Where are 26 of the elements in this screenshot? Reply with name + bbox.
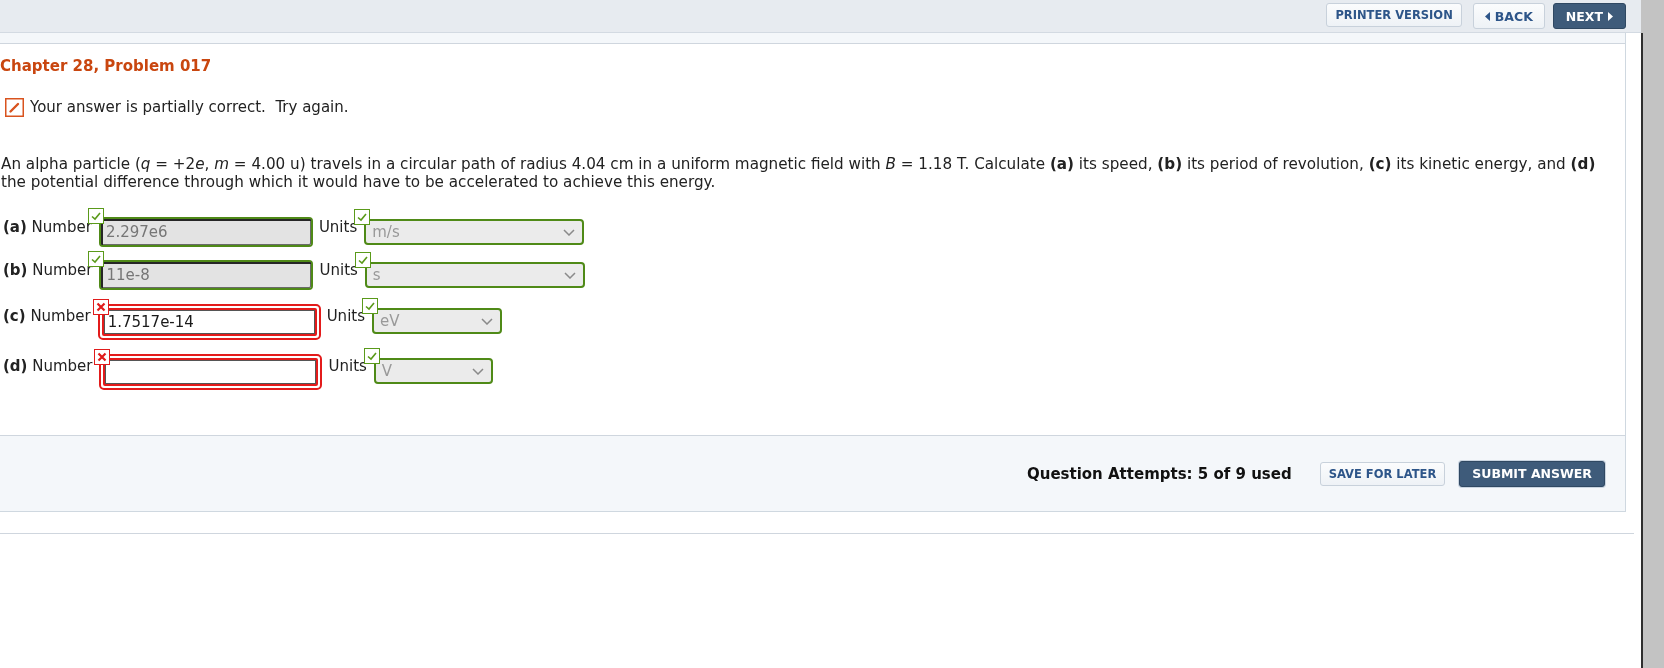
units-label: Units	[326, 307, 365, 325]
save-for-later-button[interactable]: SAVE FOR LATER	[1319, 461, 1446, 486]
units-label: Units	[328, 357, 367, 375]
chevron-down-icon	[481, 317, 493, 325]
number-label: (d) Number	[3, 357, 93, 375]
number-label: (b) Number	[3, 261, 93, 279]
chevron-down-icon	[563, 271, 576, 279]
number-label: (c) Number	[3, 307, 91, 325]
caret-right-icon	[1608, 11, 1613, 21]
chevron-down-icon	[563, 228, 576, 236]
feedback-message: Your answer is partially correct. Try again.	[30, 98, 349, 117]
chevron-down-icon	[471, 367, 484, 375]
problem-title: Chapter 28, Problem 017	[0, 56, 212, 76]
caret-left-icon	[1484, 11, 1490, 21]
attempts-counter: Question Attempts: 5 of 9 used	[1026, 464, 1292, 483]
question-text: An alpha particle (q = +2e, m = 4.00 u) travels in a circular path of radius 4.04 cm in a uniform magnetic field with B = 1.18 T. Calculate (a) its speed, (b) its period of revolution, (c) its kinetic energy, and (d) the potential difference through which it would have to be accelerated to achieve this energy.	[0, 155, 1597, 191]
back-button[interactable]: BACK	[1472, 3, 1545, 29]
units-label: Units	[319, 261, 358, 279]
submit-answer-button[interactable]: SUBMIT ANSWER	[1459, 460, 1605, 487]
printer-version-button[interactable]: PRINTER VERSION	[1326, 3, 1462, 27]
number-input[interactable]: 1.7517e-14	[97, 304, 321, 340]
units-label: Units	[318, 218, 358, 236]
number-label: (a) Number	[3, 218, 92, 236]
scrollbar[interactable]	[1641, 0, 1664, 668]
number-input[interactable]	[99, 354, 323, 390]
next-button[interactable]: NEXT	[1552, 3, 1626, 29]
